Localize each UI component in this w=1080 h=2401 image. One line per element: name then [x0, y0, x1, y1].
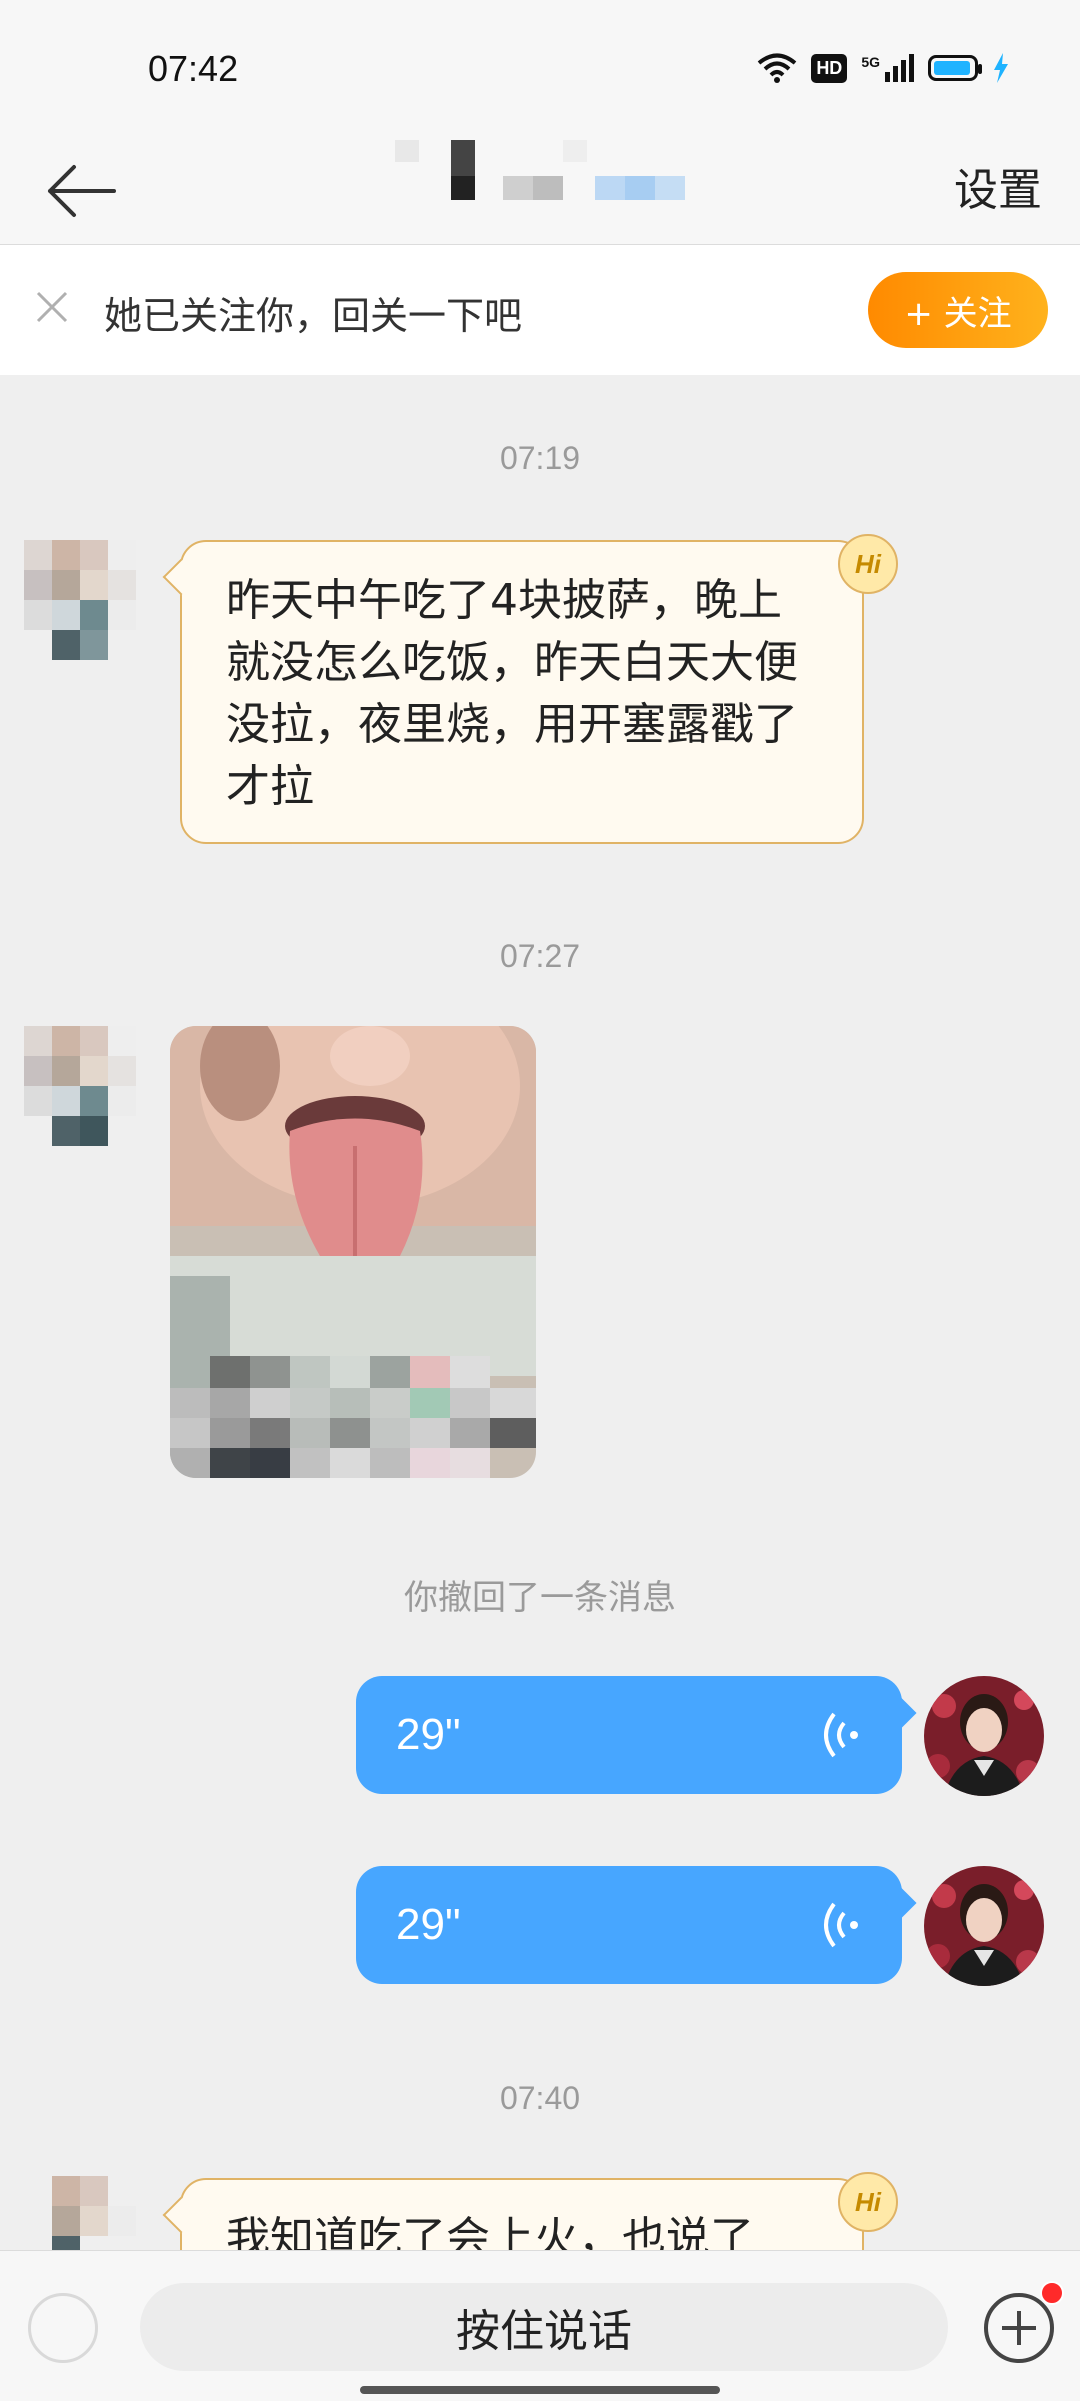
voice-duration: 29"	[396, 1900, 461, 1949]
my-avatar[interactable]	[924, 1866, 1044, 1986]
network-label: 5G	[861, 54, 880, 70]
image-message[interactable]	[170, 1026, 536, 1478]
status-icons: HD 5G	[757, 52, 1010, 84]
bubble-tail	[885, 1697, 917, 1729]
message-bubble[interactable]: 昨天中午吃了4块披萨，晚上就没怎么吃饭，昨天白天大便没拉，夜里烧，用开塞露戳了才…	[162, 540, 864, 844]
message-text: 昨天中午吃了4块披萨，晚上就没怎么吃饭，昨天白天大便没拉，夜里烧，用开塞露戳了才…	[226, 575, 798, 812]
timestamp: 07:19	[499, 440, 581, 476]
nav-bar: 设置	[0, 140, 1080, 245]
hd-badge: HD	[811, 53, 848, 83]
bubble-tail	[162, 2196, 200, 2234]
close-icon[interactable]	[26, 281, 78, 333]
avatar-pixelated[interactable]	[24, 540, 164, 660]
contact-name-pixelated	[395, 140, 685, 200]
voice-message-bubble[interactable]: 29"	[356, 1866, 917, 1984]
my-avatar[interactable]	[924, 1676, 1044, 1796]
hi-badge-icon: Hi	[838, 534, 898, 594]
timestamp: 07:40	[499, 2080, 581, 2116]
input-bar: 按住说话	[0, 2250, 1080, 2401]
voice-wave-icon	[824, 1712, 858, 1758]
battery-icon	[928, 55, 982, 81]
voice-message-bubble[interactable]: 29"	[356, 1676, 917, 1794]
hold-to-talk-button[interactable]: 按住说话	[140, 2283, 948, 2371]
charging-icon	[994, 53, 1008, 83]
timestamp: 07:27	[499, 938, 581, 974]
voice-toggle-icon[interactable]	[28, 2293, 98, 2363]
follow-button[interactable]: + 关注	[868, 272, 1048, 348]
status-time: 07:42	[148, 48, 239, 89]
signal-icon: 5G	[861, 54, 914, 82]
recall-notice: 你撤回了一条消息	[404, 1578, 676, 1618]
back-button[interactable]	[36, 146, 126, 236]
photo-thumbnail	[170, 1026, 536, 1478]
wifi-icon	[758, 53, 797, 83]
bubble-tail	[162, 558, 200, 596]
avatar-pixelated[interactable]	[24, 1026, 164, 1146]
settings-button[interactable]: 设置	[954, 154, 1042, 218]
follow-back-text: 她已关注你，回关一下吧	[104, 294, 523, 338]
notification-dot	[1040, 2281, 1064, 2305]
arrow-left-icon	[48, 165, 116, 217]
battery-fill	[934, 61, 970, 75]
voice-duration: 29"	[396, 1710, 461, 1759]
voice-wave-icon	[824, 1902, 858, 1948]
bubble-tail	[885, 1887, 917, 1919]
home-indicator[interactable]	[360, 2386, 720, 2394]
follow-back-banner: 她已关注你，回关一下吧 + 关注	[0, 245, 1080, 375]
status-bar: 07:42 HD 5G	[0, 0, 1080, 140]
hi-badge-icon: Hi	[838, 2172, 898, 2232]
